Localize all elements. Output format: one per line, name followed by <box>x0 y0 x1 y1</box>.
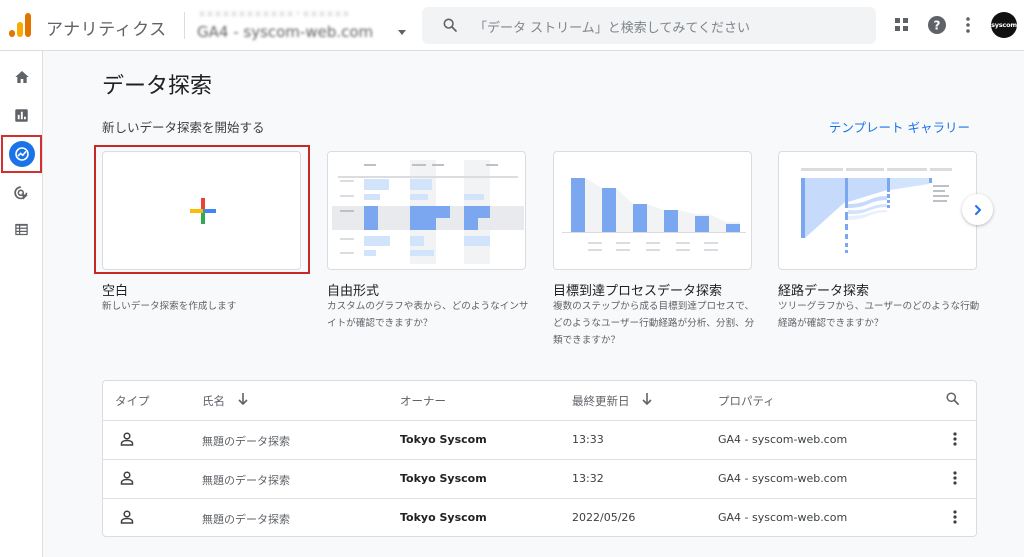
card-title-blank: 空白 <box>102 284 129 299</box>
row-owner: Tokyo Syscom <box>400 472 487 485</box>
person-icon <box>120 510 134 524</box>
nav-advertising[interactable] <box>0 175 43 211</box>
help-icon[interactable]: ? <box>928 16 946 34</box>
table-row[interactable]: 無題のデータ探索 Tokyo Syscom 13:33 GA4 - syscom… <box>103 420 976 459</box>
row-property: GA4 - syscom-web.com <box>718 433 848 446</box>
top-app-bar: アナリティクス ｘｘｘｘｘｘｘｘｘｘｘｘ・ｘｘｘｘｘｘ GA4 - syscom… <box>0 0 1024 51</box>
card-title-funnel: 目標到達プロセスデータ探索 <box>553 284 723 299</box>
sort-arrow-down-icon[interactable] <box>642 392 652 406</box>
explore-icon <box>14 147 29 161</box>
search-placeholder: 「データ ストリーム」と検索してみてください <box>474 21 750 36</box>
configure-icon <box>15 223 28 235</box>
col-header-name[interactable]: 氏名 <box>202 393 225 409</box>
section-heading: 新しいデータ探索を開始する <box>102 120 265 135</box>
row-property: GA4 - syscom-web.com <box>718 511 848 524</box>
nav-reports[interactable] <box>0 97 43 133</box>
nav-configure[interactable] <box>0 211 43 247</box>
search-icon <box>443 18 457 32</box>
more-vert-icon[interactable] <box>953 510 957 524</box>
property-name: GA4 - syscom-web.com <box>197 23 374 41</box>
search-bar[interactable]: 「データ ストリーム」と検索してみてください <box>422 7 876 44</box>
row-property: GA4 - syscom-web.com <box>718 472 848 485</box>
chevron-right-icon <box>974 204 981 215</box>
search-icon[interactable] <box>945 391 960 406</box>
card-title-path: 経路データ探索 <box>778 284 870 299</box>
card-desc-funnel: 複数のステップから成る目標到達プロセスで、どのようなユーザー行動経路が分析、分割… <box>553 301 755 346</box>
next-templates-button[interactable] <box>962 194 993 225</box>
col-header-type: タイプ <box>115 394 150 408</box>
row-owner: Tokyo Syscom <box>400 433 487 446</box>
funnel-thumbnail <box>562 178 746 251</box>
explorations-table: タイプ 氏名 オーナー 最終更新日 プロパティ 無題のデータ探索 Tokyo S… <box>102 380 977 537</box>
row-owner: Tokyo Syscom <box>400 511 487 524</box>
person-icon <box>120 471 134 485</box>
card-desc-path: ツリーグラフから、ユーザーのどのような行動経路が確認できますか？ <box>778 301 980 329</box>
more-vert-icon[interactable] <box>953 432 957 446</box>
advertising-icon <box>14 185 28 200</box>
card-blank[interactable] <box>102 151 301 270</box>
apps-grid-icon[interactable] <box>895 18 909 32</box>
freeform-thumbnail <box>332 160 524 264</box>
col-header-modified[interactable]: 最終更新日 <box>572 393 630 409</box>
card-desc-freeform: カスタムのグラフや表から、どのようなインサイトが確認できますか？ <box>327 301 529 329</box>
left-nav-rail <box>0 51 43 557</box>
row-modified: 2022/05/26 <box>572 511 636 524</box>
card-funnel[interactable] <box>553 151 752 270</box>
col-header-property[interactable]: プロパティ <box>718 393 775 409</box>
plus-icon <box>190 198 216 224</box>
person-icon <box>120 432 134 446</box>
path-thumbnail <box>801 168 952 253</box>
analytics-logo[interactable] <box>9 13 31 37</box>
explore-active-indicator <box>8 141 35 167</box>
reports-icon <box>15 108 28 122</box>
account-name: ｘｘｘｘｘｘｘｘｘｘｘｘ・ｘｘｘｘｘｘ <box>198 9 350 18</box>
page-title: データ探索 <box>102 74 213 99</box>
row-modified: 13:33 <box>572 433 604 446</box>
svg-text:?: ? <box>934 19 941 33</box>
sort-arrow-down-icon[interactable] <box>238 392 248 406</box>
card-desc-blank: 新しいデータ探索を作成します <box>102 301 237 312</box>
card-freeform[interactable] <box>327 151 526 270</box>
caret-down-icon[interactable] <box>398 30 406 35</box>
more-vert-icon[interactable] <box>965 17 971 33</box>
property-selector[interactable]: GA4 - syscom-web.com <box>197 23 373 41</box>
template-gallery-link[interactable]: テンプレート ギャラリー <box>829 117 970 136</box>
home-icon <box>14 71 29 83</box>
header-divider <box>184 12 185 39</box>
row-name[interactable]: 無題のデータ探索 <box>202 511 290 527</box>
card-title-freeform: 自由形式 <box>327 284 380 299</box>
more-vert-icon[interactable] <box>953 471 957 485</box>
account-avatar[interactable]: syscom <box>991 12 1017 38</box>
table-row[interactable]: 無題のデータ探索 Tokyo Syscom 2022/05/26 GA4 - s… <box>103 498 976 537</box>
table-header-row: タイプ 氏名 オーナー 最終更新日 プロパティ <box>103 381 976 420</box>
app-title: アナリティクス <box>46 20 167 40</box>
col-header-owner[interactable]: オーナー <box>400 393 446 409</box>
nav-explore[interactable] <box>1 135 42 173</box>
row-modified: 13:32 <box>572 472 604 485</box>
table-row[interactable]: 無題のデータ探索 Tokyo Syscom 13:32 GA4 - syscom… <box>103 459 976 498</box>
row-name[interactable]: 無題のデータ探索 <box>202 433 290 449</box>
nav-home[interactable] <box>0 59 43 95</box>
row-name[interactable]: 無題のデータ探索 <box>202 472 290 488</box>
card-path[interactable] <box>778 151 977 270</box>
